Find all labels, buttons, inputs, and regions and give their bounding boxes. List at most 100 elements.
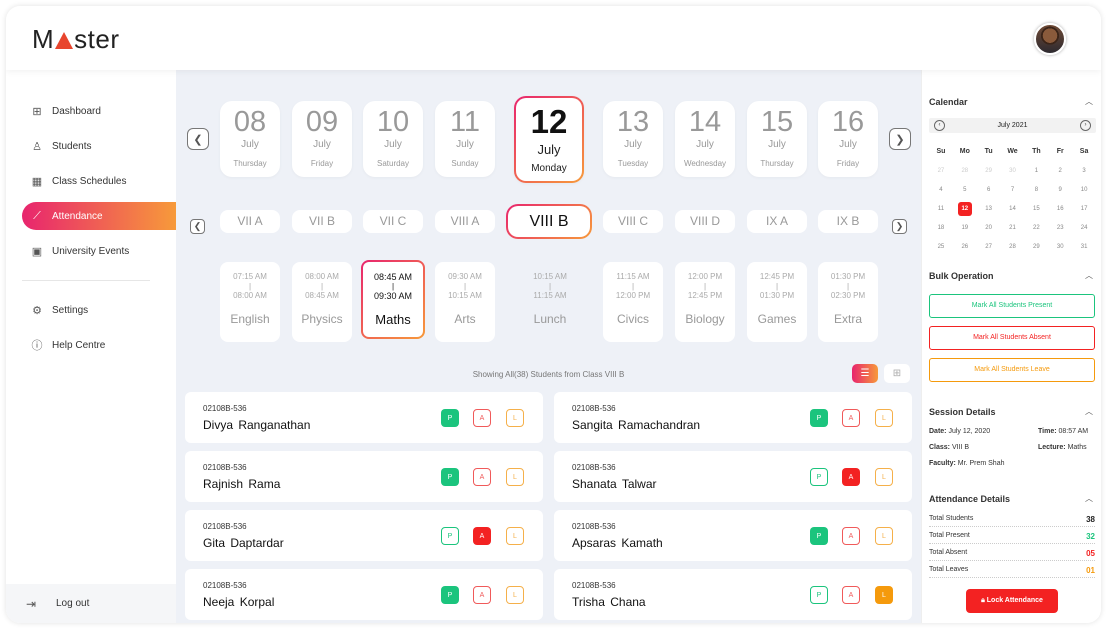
mark-all-absent-button[interactable]: Mark All Students Absent — [929, 326, 1095, 350]
chevron-up-icon[interactable]: ︿ — [1085, 493, 1093, 504]
calendar-day[interactable]: 25 — [929, 244, 953, 250]
present-toggle[interactable]: P — [441, 586, 459, 604]
calendar-day[interactable]: 23 — [1048, 225, 1072, 231]
date-card-selected[interactable]: 12 July Monday — [514, 96, 584, 183]
calendar-day[interactable]: 13 — [977, 206, 1001, 212]
calendar-day[interactable]: 16 — [1048, 206, 1072, 212]
calendar-day[interactable]: 17 — [1072, 206, 1096, 212]
chevron-up-icon[interactable]: ︿ — [1085, 270, 1093, 281]
calendar-day[interactable]: 14 — [1001, 206, 1025, 212]
calendar-day[interactable]: 10 — [1072, 187, 1096, 193]
classes-prev-button[interactable]: ❮ — [190, 219, 205, 234]
absent-toggle[interactable]: A — [842, 586, 860, 604]
date-card[interactable]: 11 July Sunday — [435, 101, 495, 177]
calendar-day[interactable]: 19 — [953, 225, 977, 231]
sidebar-item-help-centre[interactable]: ⓘ Help Centre — [22, 331, 176, 359]
sidebar-item-attendance[interactable]: ⟋ Attendance — [22, 202, 176, 230]
classes-next-button[interactable]: ❯ — [892, 219, 907, 234]
absent-toggle[interactable]: A — [842, 468, 860, 486]
leave-toggle[interactable]: L — [875, 586, 893, 604]
calendar-day[interactable]: 29 — [1024, 244, 1048, 250]
grid-view-button[interactable]: ⊞ — [884, 364, 910, 383]
class-pill[interactable]: VII A — [220, 210, 280, 233]
date-card[interactable]: 15 July Thursday — [747, 101, 807, 177]
schedule-card[interactable]: 08:00 AM | 08:45 AM Physics — [292, 262, 352, 342]
date-card[interactable]: 10 July Saturday — [363, 101, 423, 177]
date-card[interactable]: 08 July Thursday — [220, 101, 280, 177]
mark-all-present-button[interactable]: Mark All Students Present — [929, 294, 1095, 318]
chevron-up-icon[interactable]: ︿ — [1085, 96, 1093, 107]
calendar-day[interactable]: 6 — [977, 187, 1001, 193]
schedule-card[interactable]: 12:00 PM | 12:45 PM Biology — [675, 262, 735, 342]
user-avatar[interactable] — [1034, 23, 1066, 55]
leave-toggle[interactable]: L — [875, 527, 893, 545]
logout-button[interactable]: ⇥ Log out — [6, 584, 176, 623]
calendar-next-button[interactable]: › — [1080, 120, 1091, 131]
calendar-day[interactable]: 30 — [1048, 244, 1072, 250]
leave-toggle[interactable]: L — [875, 409, 893, 427]
calendar-day[interactable]: 30 — [1001, 168, 1025, 174]
sidebar-item-university-events[interactable]: ▣ University Events — [22, 237, 176, 265]
present-toggle[interactable]: P — [441, 468, 459, 486]
class-pill[interactable]: VIII C — [603, 210, 663, 233]
calendar-day[interactable]: 22 — [1024, 225, 1048, 231]
leave-toggle[interactable]: L — [506, 468, 524, 486]
class-pill[interactable]: IX B — [818, 210, 878, 233]
calendar-day[interactable]: 28 — [1001, 244, 1025, 250]
dates-next-button[interactable]: ❯ — [889, 128, 911, 150]
class-pill[interactable]: VIII D — [675, 210, 735, 233]
calendar-day[interactable]: 29 — [977, 168, 1001, 174]
lock-attendance-button[interactable]: 🔒︎ Lock Attendance — [966, 589, 1058, 613]
sidebar-item-dashboard[interactable]: ⊞ Dashboard — [22, 97, 176, 125]
calendar-day[interactable]: 1 — [1024, 168, 1048, 174]
calendar-day[interactable]: 27 — [977, 244, 1001, 250]
calendar-day[interactable]: 26 — [953, 244, 977, 250]
dates-prev-button[interactable]: ❮ — [187, 128, 209, 150]
calendar-day[interactable]: 4 — [929, 187, 953, 193]
class-pill[interactable]: IX A — [747, 210, 807, 233]
leave-toggle[interactable]: L — [506, 586, 524, 604]
leave-toggle[interactable]: L — [875, 468, 893, 486]
calendar-day[interactable]: 15 — [1024, 206, 1048, 212]
present-toggle[interactable]: P — [810, 527, 828, 545]
calendar-day[interactable]: 2 — [1048, 168, 1072, 174]
absent-toggle[interactable]: A — [473, 468, 491, 486]
calendar-day[interactable]: 24 — [1072, 225, 1096, 231]
calendar-prev-button[interactable]: ‹ — [934, 120, 945, 131]
calendar-day[interactable]: 21 — [1001, 225, 1025, 231]
leave-toggle[interactable]: L — [506, 527, 524, 545]
calendar-day[interactable]: 27 — [929, 168, 953, 174]
absent-toggle[interactable]: A — [473, 527, 491, 545]
schedule-card[interactable]: 11:15 AM | 12:00 PM Civics — [603, 262, 663, 342]
chevron-up-icon[interactable]: ︿ — [1085, 406, 1093, 417]
sidebar-item-settings[interactable]: ⚙ Settings — [22, 296, 176, 324]
absent-toggle[interactable]: A — [473, 586, 491, 604]
absent-toggle[interactable]: A — [473, 409, 491, 427]
calendar-day[interactable]: 5 — [953, 187, 977, 193]
app-logo[interactable]: Mster — [32, 24, 120, 55]
list-view-button[interactable]: ☰ — [852, 364, 878, 383]
calendar-day[interactable]: 3 — [1072, 168, 1096, 174]
class-pill[interactable]: VII B — [292, 210, 352, 233]
calendar-day[interactable]: 20 — [977, 225, 1001, 231]
schedule-card[interactable]: 01:30 PM | 02:30 PM Extra — [818, 262, 878, 342]
present-toggle[interactable]: P — [810, 468, 828, 486]
schedule-card[interactable]: 07:15 AM | 08:00 AM English — [220, 262, 280, 342]
calendar-day[interactable]: 12 — [953, 201, 977, 216]
schedule-card[interactable]: 12:45 PM | 01:30 PM Games — [747, 262, 807, 342]
class-pill-selected[interactable]: VIII B — [506, 204, 592, 239]
date-card[interactable]: 16 July Friday — [818, 101, 878, 177]
mark-all-leave-button[interactable]: Mark All Students Leave — [929, 358, 1095, 382]
sidebar-item-class-schedules[interactable]: ▦ Class Schedules — [22, 167, 176, 195]
calendar-day[interactable]: 31 — [1072, 244, 1096, 250]
absent-toggle[interactable]: A — [842, 409, 860, 427]
calendar-day[interactable]: 11 — [929, 206, 953, 212]
calendar-day[interactable]: 18 — [929, 225, 953, 231]
calendar-today[interactable]: 12 — [957, 201, 972, 216]
present-toggle[interactable]: P — [441, 527, 459, 545]
calendar-day[interactable]: 7 — [1001, 187, 1025, 193]
class-pill[interactable]: VII C — [363, 210, 423, 233]
calendar-day[interactable]: 9 — [1048, 187, 1072, 193]
absent-toggle[interactable]: A — [842, 527, 860, 545]
calendar-day[interactable]: 28 — [953, 168, 977, 174]
